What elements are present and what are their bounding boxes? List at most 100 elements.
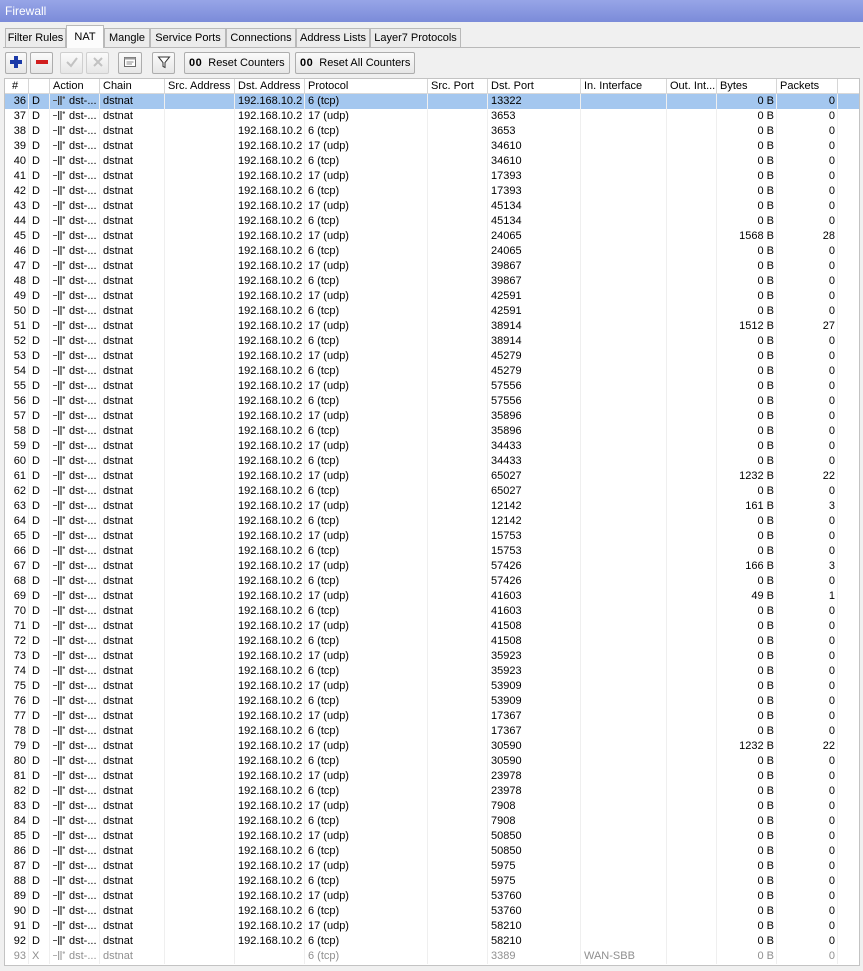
table-row[interactable]: 37 Ddst-... dstnat 192.168.10.2 17 (udp) 3653… <box>5 109 859 124</box>
add-button[interactable] <box>5 52 27 74</box>
table-row[interactable]: 90 Ddst-... dstnat 192.168.10.2 6 (tcp) 53760… <box>5 904 859 919</box>
cell-protocol: 17 (udp) <box>305 709 428 724</box>
cell-src-address <box>165 619 235 634</box>
table-row[interactable]: 36 Ddst-... dstnat 192.168.10.2 6 (tcp) 13322… <box>5 94 859 109</box>
table-row[interactable]: 87 Ddst-... dstnat 192.168.10.2 17 (udp) 5975… <box>5 859 859 874</box>
table-row[interactable]: 91 Ddst-... dstnat 192.168.10.2 17 (udp) 5821… <box>5 919 859 934</box>
table-row[interactable]: 89 Ddst-... dstnat 192.168.10.2 17 (udp) 5376… <box>5 889 859 904</box>
column-header-in-interface[interactable]: In. Interface <box>581 79 667 93</box>
window-title-bar[interactable]: Firewall <box>0 0 863 22</box>
table-row[interactable]: 50 Ddst-... dstnat 192.168.10.2 6 (tcp) 42591… <box>5 304 859 319</box>
table-row[interactable]: 73 Ddst-... dstnat 192.168.10.2 17 (udp) 3592… <box>5 649 859 664</box>
table-row[interactable]: 41 Ddst-... dstnat 192.168.10.2 17 (udp) 1739… <box>5 169 859 184</box>
cell-bytes: 0 B <box>717 769 777 784</box>
column-header-dst-address[interactable]: Dst. Address <box>235 79 305 93</box>
table-row[interactable]: 60 Ddst-... dstnat 192.168.10.2 6 (tcp) 34433… <box>5 454 859 469</box>
cell-dst-address: 192.168.10.2 <box>235 514 305 529</box>
cell-out-interface <box>667 319 717 334</box>
table-row[interactable]: 40 Ddst-... dstnat 192.168.10.2 6 (tcp) 34610… <box>5 154 859 169</box>
tab-nat[interactable]: NAT <box>66 25 104 48</box>
table-row[interactable]: 53 Ddst-... dstnat 192.168.10.2 17 (udp) 4527… <box>5 349 859 364</box>
table-row[interactable]: 52 Ddst-... dstnat 192.168.10.2 6 (tcp) 38914… <box>5 334 859 349</box>
table-row[interactable]: 70 Ddst-... dstnat 192.168.10.2 6 (tcp) 41603… <box>5 604 859 619</box>
table-row[interactable]: 44 Ddst-... dstnat 192.168.10.2 6 (tcp) 45134… <box>5 214 859 229</box>
tab-connections[interactable]: Connections <box>226 28 296 47</box>
table-row[interactable]: 49 Ddst-... dstnat 192.168.10.2 17 (udp) 4259… <box>5 289 859 304</box>
table-row[interactable]: 58 Ddst-... dstnat 192.168.10.2 6 (tcp) 35896… <box>5 424 859 439</box>
table-row[interactable]: 71 Ddst-... dstnat 192.168.10.2 17 (udp) 4150… <box>5 619 859 634</box>
table-row[interactable]: 45 Ddst-... dstnat 192.168.10.2 17 (udp) 2406… <box>5 229 859 244</box>
dst-nat-icon <box>53 455 66 466</box>
table-row[interactable]: 88 Ddst-... dstnat 192.168.10.2 6 (tcp) 5975 0… <box>5 874 859 889</box>
table-row[interactable]: 69 Ddst-... dstnat 192.168.10.2 17 (udp) 4160… <box>5 589 859 604</box>
cell-src-port <box>428 604 488 619</box>
table-row[interactable]: 38 Ddst-... dstnat 192.168.10.2 6 (tcp) 3653 0… <box>5 124 859 139</box>
tab-layer7-protocols[interactable]: Layer7 Protocols <box>370 28 461 47</box>
table-row[interactable]: 79 Ddst-... dstnat 192.168.10.2 17 (udp) 3059… <box>5 739 859 754</box>
table-row[interactable]: 86 Ddst-... dstnat 192.168.10.2 6 (tcp) 50850… <box>5 844 859 859</box>
comment-button[interactable] <box>118 52 142 74</box>
table-row[interactable]: 63 Ddst-... dstnat 192.168.10.2 17 (udp) 1214… <box>5 499 859 514</box>
table-row[interactable]: 80 Ddst-... dstnat 192.168.10.2 6 (tcp) 30590… <box>5 754 859 769</box>
table-row[interactable]: 47 Ddst-... dstnat 192.168.10.2 17 (udp) 3986… <box>5 259 859 274</box>
column-header-out-interface[interactable]: Out. Int... <box>667 79 717 93</box>
nat-rules-table[interactable]: # Action Chain Src. Address Dst. Address Prot… <box>4 78 860 966</box>
column-header-src-address[interactable]: Src. Address <box>165 79 235 93</box>
table-row[interactable]: 93 Xdst-... dstnat 6 (tcp) 3389 WAN-SBB 0 B0 <box>5 949 859 964</box>
table-row[interactable]: 66 Ddst-... dstnat 192.168.10.2 6 (tcp) 15753… <box>5 544 859 559</box>
table-row[interactable]: 85 Ddst-... dstnat 192.168.10.2 17 (udp) 5085… <box>5 829 859 844</box>
tab-address-lists[interactable]: Address Lists <box>296 28 370 47</box>
table-row[interactable]: 48 Ddst-... dstnat 192.168.10.2 6 (tcp) 39867… <box>5 274 859 289</box>
table-row[interactable]: 68 Ddst-... dstnat 192.168.10.2 6 (tcp) 57426… <box>5 574 859 589</box>
table-row[interactable]: 59 Ddst-... dstnat 192.168.10.2 17 (udp) 3443… <box>5 439 859 454</box>
tab-mangle[interactable]: Mangle <box>104 28 150 47</box>
reset-all-counters-button[interactable]: 00 Reset All Counters <box>295 52 416 74</box>
table-row[interactable]: 42 Ddst-... dstnat 192.168.10.2 6 (tcp) 17393… <box>5 184 859 199</box>
table-row[interactable]: 55 Ddst-... dstnat 192.168.10.2 17 (udp) 5755… <box>5 379 859 394</box>
table-row[interactable]: 76 Ddst-... dstnat 192.168.10.2 6 (tcp) 53909… <box>5 694 859 709</box>
table-row[interactable]: 67 Ddst-... dstnat 192.168.10.2 17 (udp) 5742… <box>5 559 859 574</box>
tab-service-ports[interactable]: Service Ports <box>150 28 226 47</box>
column-header-action[interactable]: Action <box>50 79 100 93</box>
column-header-src-port[interactable]: Src. Port <box>428 79 488 93</box>
table-row[interactable]: 61 Ddst-... dstnat 192.168.10.2 17 (udp) 6502… <box>5 469 859 484</box>
enable-button[interactable] <box>60 52 83 74</box>
table-row[interactable]: 75 Ddst-... dstnat 192.168.10.2 17 (udp) 5390… <box>5 679 859 694</box>
table-row[interactable]: 64 Ddst-... dstnat 192.168.10.2 6 (tcp) 12142… <box>5 514 859 529</box>
column-header-protocol[interactable]: Protocol <box>305 79 428 93</box>
filter-button[interactable] <box>152 52 175 74</box>
table-row[interactable]: 74 Ddst-... dstnat 192.168.10.2 6 (tcp) 35923… <box>5 664 859 679</box>
table-row[interactable]: 65 Ddst-... dstnat 192.168.10.2 17 (udp) 1575… <box>5 529 859 544</box>
table-row[interactable]: 57 Ddst-... dstnat 192.168.10.2 17 (udp) 3589… <box>5 409 859 424</box>
table-row[interactable]: 51 Ddst-... dstnat 192.168.10.2 17 (udp) 3891… <box>5 319 859 334</box>
disable-button[interactable] <box>86 52 109 74</box>
table-row[interactable]: 43 Ddst-... dstnat 192.168.10.2 17 (udp) 4513… <box>5 199 859 214</box>
cell-protocol: 6 (tcp) <box>305 874 428 889</box>
table-row[interactable]: 82 Ddst-... dstnat 192.168.10.2 6 (tcp) 23978… <box>5 784 859 799</box>
table-row[interactable]: 46 Ddst-... dstnat 192.168.10.2 6 (tcp) 24065… <box>5 244 859 259</box>
reset-counters-button[interactable]: 00 Reset Counters <box>184 52 290 74</box>
column-header-dst-port[interactable]: Dst. Port <box>488 79 581 93</box>
cell-src-address <box>165 574 235 589</box>
table-row[interactable]: 39 Ddst-... dstnat 192.168.10.2 17 (udp) 3461… <box>5 139 859 154</box>
table-row[interactable]: 92 Ddst-... dstnat 192.168.10.2 6 (tcp) 58210… <box>5 934 859 949</box>
table-row[interactable]: 84 Ddst-... dstnat 192.168.10.2 6 (tcp) 7908 0… <box>5 814 859 829</box>
tab-filter-rules[interactable]: Filter Rules <box>5 28 66 47</box>
table-row[interactable]: 83 Ddst-... dstnat 192.168.10.2 17 (udp) 7908… <box>5 799 859 814</box>
table-row[interactable]: 77 Ddst-... dstnat 192.168.10.2 17 (udp) 1736… <box>5 709 859 724</box>
column-header-packets[interactable]: Packets <box>777 79 838 93</box>
cell-src-port <box>428 739 488 754</box>
column-header-num[interactable]: # <box>5 79 29 93</box>
table-row[interactable]: 54 Ddst-... dstnat 192.168.10.2 6 (tcp) 45279… <box>5 364 859 379</box>
column-header-flags[interactable] <box>29 79 50 93</box>
table-row[interactable]: 81 Ddst-... dstnat 192.168.10.2 17 (udp) 2397… <box>5 769 859 784</box>
column-header-bytes[interactable]: Bytes <box>717 79 777 93</box>
column-header-chain[interactable]: Chain <box>100 79 165 93</box>
remove-button[interactable] <box>30 52 53 74</box>
cell-chain: dstnat <box>100 274 165 289</box>
table-row[interactable]: 56 Ddst-... dstnat 192.168.10.2 6 (tcp) 57556… <box>5 394 859 409</box>
table-row[interactable]: 78 Ddst-... dstnat 192.168.10.2 6 (tcp) 17367… <box>5 724 859 739</box>
table-row[interactable]: 72 Ddst-... dstnat 192.168.10.2 6 (tcp) 41508… <box>5 634 859 649</box>
cell-packets: 0 <box>777 679 838 694</box>
table-row[interactable]: 62 Ddst-... dstnat 192.168.10.2 6 (tcp) 65027… <box>5 484 859 499</box>
